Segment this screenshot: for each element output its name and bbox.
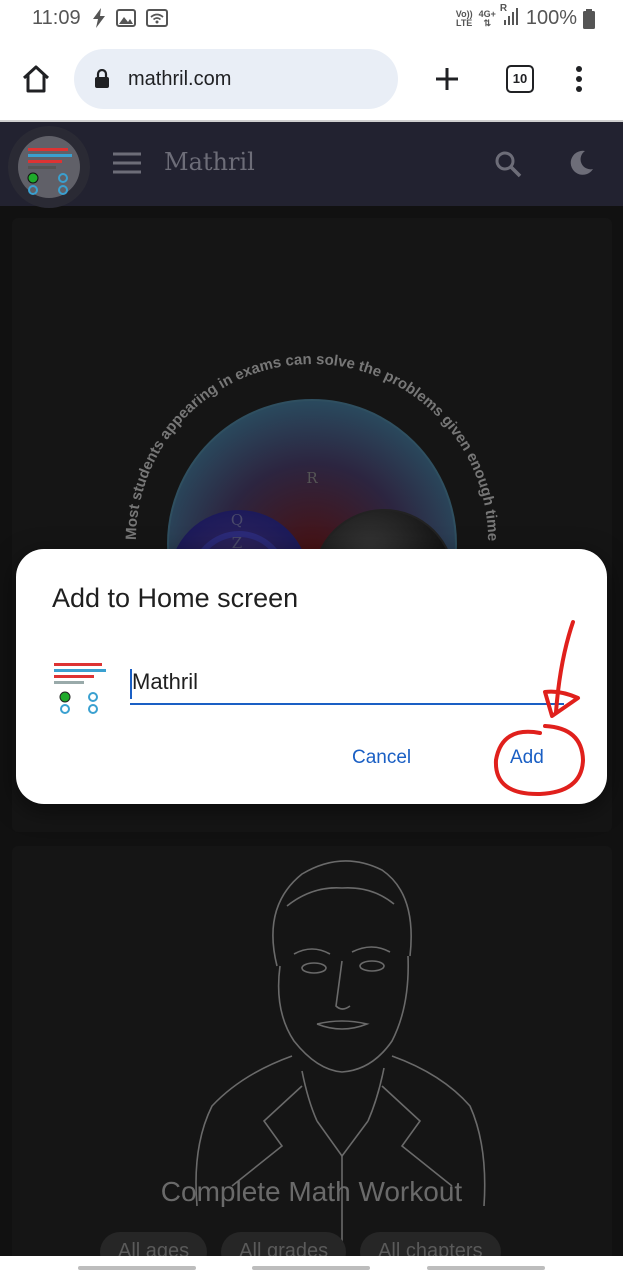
lock-icon [95,69,109,88]
network-type-indicator: 4G+ ⇅ [478,8,496,28]
site-header: Mathril [0,122,623,208]
menu-icon[interactable] [112,152,142,174]
workout-title: Complete Math Workout [160,1176,463,1207]
nav-pill-left[interactable] [78,1266,196,1270]
venn-letter-q: Q [231,511,243,529]
volte-indicator: Vo)) LTE [455,8,473,28]
nav-pill-right[interactable] [427,1266,545,1270]
dialog-title: Add to Home screen [52,583,299,613]
home-icon[interactable] [20,64,52,94]
battery-icon [583,8,595,29]
flash-icon [93,8,105,28]
site-logo[interactable] [8,126,90,208]
search-icon[interactable] [494,150,522,178]
app-icon [54,663,106,714]
logo-icon [27,148,72,195]
add-button[interactable]: Add [510,747,544,769]
status-bar: 11:09 Vo)) LTE 4G+ ⇅ R 100% [0,0,623,38]
nav-pill-center[interactable] [252,1266,370,1270]
more-options-icon[interactable] [575,65,583,93]
url-text: mathril.com [128,68,232,90]
add-to-home-dialog: Add to Home screen Cancel Add [16,549,607,804]
venn-letter-r: R [306,469,318,487]
image-icon [116,9,136,27]
roaming-indicator: R [499,3,508,14]
wifi-icon [146,9,168,27]
status-time: 11:09 [32,7,81,29]
tab-switcher-button[interactable]: 10 [506,65,534,93]
address-bar[interactable]: mathril.com [74,49,398,109]
dark-mode-icon[interactable] [566,148,596,178]
shortcut-name-input[interactable] [130,661,564,705]
battery-percentage: 100% [525,7,577,29]
cancel-button[interactable]: Cancel [352,747,411,769]
site-title: Mathril [164,148,255,176]
gesture-nav-bar [0,1256,623,1280]
browser-toolbar: mathril.com 10 [0,38,623,122]
text-caret [130,669,132,699]
new-tab-icon[interactable] [434,66,460,92]
